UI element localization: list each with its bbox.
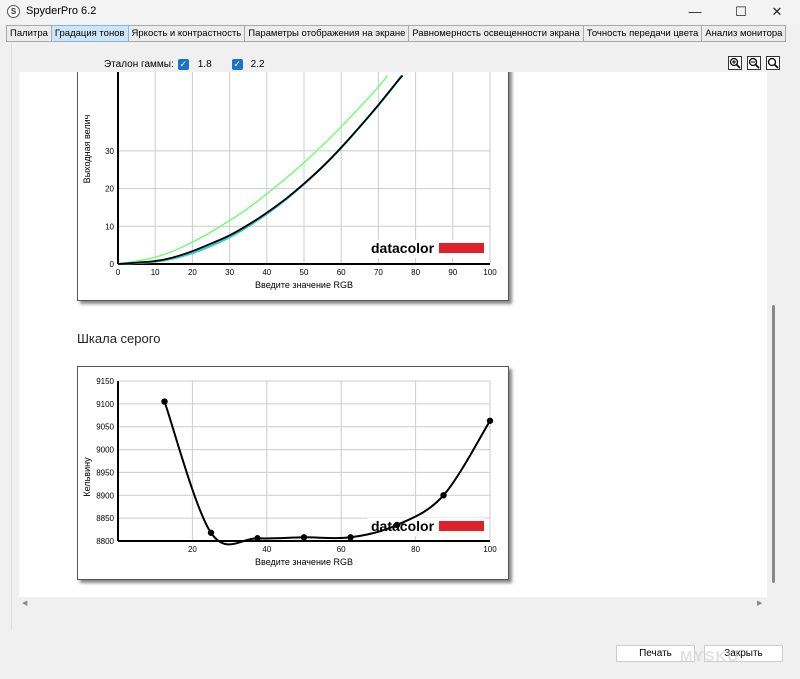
y-tick-label: 9000	[96, 446, 114, 455]
y-tick-label: 9150	[96, 377, 114, 386]
datacolor-logo: datacolor	[371, 240, 435, 256]
kelvin-point	[393, 521, 401, 529]
minimize-button[interactable]: —	[672, 0, 718, 24]
x-tick-label: 80	[411, 545, 420, 554]
gamma-label-top: Эталон гаммы:	[104, 58, 174, 70]
gamma-18-label-top: 1.8	[197, 58, 212, 70]
x-tick-label: 20	[188, 545, 197, 554]
x-tick-label: 10	[151, 268, 160, 277]
kelvin-point	[347, 534, 354, 541]
tab-palette[interactable]: Палитра	[6, 25, 52, 42]
series-line-1	[117, 75, 389, 265]
gamma-22-checkbox-top[interactable]: ✓	[231, 58, 243, 70]
app-logo-icon: S	[7, 5, 20, 18]
kelvin-point	[486, 417, 494, 424]
tab-brightness-contrast[interactable]: Яркость и контрастность	[128, 25, 246, 42]
x-tick-label: 20	[188, 268, 197, 277]
kelvin-point	[300, 534, 308, 541]
kelvin-point	[207, 529, 215, 536]
y-tick-label: 9050	[96, 423, 114, 432]
tab-bar: Палитра Градация тонов Яркость и контрас…	[6, 25, 787, 42]
close-window-button[interactable]: ✕	[754, 0, 800, 24]
scroll-left-icon[interactable]: ◀	[22, 599, 27, 607]
x-tick-label: 80	[411, 268, 420, 277]
series-line-2	[117, 74, 403, 266]
tone-gradation-plot: 0 10 20 30 40 50 60 70 80 90 100 0 10 20 30 Введите зна…	[82, 61, 497, 290]
x-tick-label: 70	[374, 268, 383, 277]
tab-uniformity[interactable]: Равномерность освещенности экрана	[409, 25, 584, 42]
x-tick-label: 100	[483, 545, 497, 554]
x-tick-label: 100	[483, 268, 497, 277]
tab-monitor-analysis[interactable]: Анализ монитора	[702, 25, 787, 42]
zoom-fit-icon[interactable]	[766, 56, 780, 70]
gamma-22-label-top: 2.2	[250, 58, 265, 70]
gamma-18-checkbox-top[interactable]: ✓	[177, 58, 189, 70]
grayscale-plot: 20 40 60 80 100 8800 8850 8900 8950 9000 9050 9100 9…	[82, 377, 497, 567]
x-tick-label: 60	[337, 268, 346, 277]
y-tick-label: 9100	[96, 400, 114, 409]
title-bar: S SpyderPro 6.2 — ☐ ✕	[0, 0, 800, 24]
y-tick-label: 0	[110, 260, 115, 269]
scroll-right-icon[interactable]: ▶	[757, 599, 762, 607]
x-tick-label: 60	[337, 545, 346, 554]
tone-gradation-chart: 0 10 20 30 40 50 60 70 80 90 100 0 10 20 30 Введите зна…	[77, 60, 509, 301]
kelvin-point	[440, 492, 447, 499]
x-tick-label: 40	[262, 268, 271, 277]
vertical-scroll-thumb[interactable]	[772, 305, 775, 583]
grayscale-chart: 20 40 60 80 100 8800 8850 8900 8950 9000 9050 9100 9…	[77, 366, 509, 580]
tab-color-accuracy[interactable]: Точность передачи цвета	[583, 25, 703, 42]
x-tick-label: 30	[225, 268, 234, 277]
x-tick-label: 0	[116, 268, 121, 277]
zoom-in-icon[interactable]	[728, 56, 742, 70]
y-tick-label: 8850	[96, 514, 114, 523]
x-tick-label: 40	[262, 545, 271, 554]
y-tick-label: 8950	[96, 468, 114, 477]
x-tick-label: 90	[448, 268, 457, 277]
y-tick-label: 10	[105, 222, 114, 231]
x-axis-label: Введите значение RGB	[255, 557, 353, 567]
y-axis-label: Кельвину	[82, 457, 92, 497]
vertical-scrollbar[interactable]	[767, 72, 779, 599]
y-tick-label: 30	[105, 147, 114, 156]
tab-display-settings[interactable]: Параметры отображения на экране	[245, 25, 410, 42]
y-axis-label: Выходная велич	[82, 114, 92, 183]
x-tick-label: 50	[300, 268, 309, 277]
kelvin-point	[161, 398, 168, 405]
datacolor-logo-bar	[439, 243, 484, 253]
window-title: SpyderPro 6.2	[26, 5, 97, 17]
datacolor-logo-bar	[439, 521, 484, 531]
section-title-grayscale: Шкала серого	[77, 331, 161, 346]
kelvin-point	[254, 535, 261, 542]
x-axis-label: Введите значение RGB	[255, 280, 353, 290]
gamma-reference-overlay: Эталон гаммы: ✓ 1.8 ✓ 2.2	[104, 57, 265, 71]
y-tick-label: 8900	[96, 491, 114, 500]
tab-tone-gradation[interactable]: Градация тонов	[51, 25, 129, 42]
zoom-out-icon[interactable]	[747, 56, 761, 70]
y-tick-label: 8800	[96, 537, 114, 546]
series-line-3	[117, 74, 404, 265]
y-tick-label: 20	[105, 185, 114, 194]
watermark: MYSKU	[680, 648, 740, 665]
horizontal-scrollbar[interactable]: ◀ ▶	[19, 597, 767, 609]
